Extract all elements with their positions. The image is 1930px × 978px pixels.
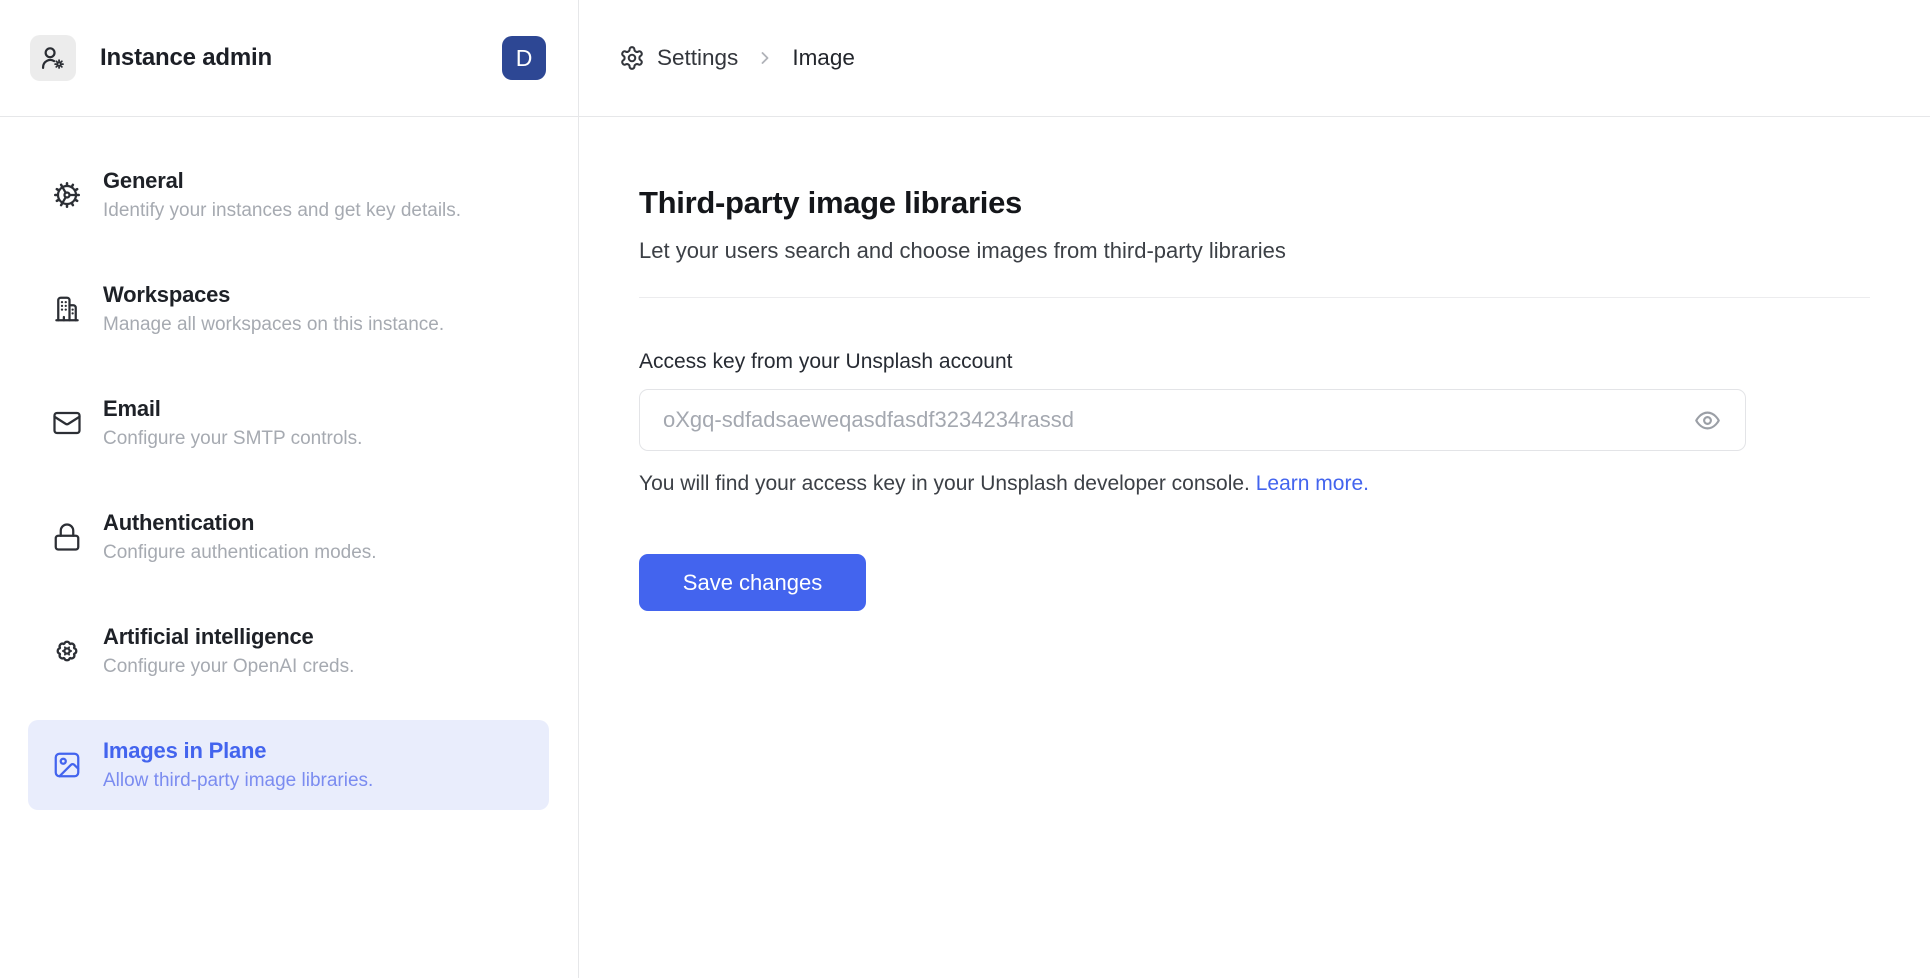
sidebar-item-text: Authentication Configure authentication m… bbox=[103, 510, 377, 564]
app-title: Instance admin bbox=[100, 44, 272, 72]
sidebar-item-label: Workspaces bbox=[103, 282, 444, 308]
help-text-body: You will find your access key in your Un… bbox=[639, 472, 1250, 495]
sidebar-item-text: Artificial intelligence Configure your Op… bbox=[103, 624, 354, 678]
sidebar-item-authentication[interactable]: Authentication Configure authentication m… bbox=[28, 492, 549, 582]
sidebar-item-text: Workspaces Manage all workspaces on this … bbox=[103, 282, 444, 336]
instance-admin-app: Instance admin D General Identify your in… bbox=[0, 0, 1930, 978]
learn-more-link[interactable]: Learn more. bbox=[1256, 472, 1369, 495]
sidebar-item-text: Images in Plane Allow third-party image l… bbox=[103, 738, 373, 792]
user-avatar[interactable]: D bbox=[502, 36, 546, 80]
sidebar-item-email[interactable]: Email Configure your SMTP controls. bbox=[28, 378, 549, 468]
access-key-label: Access key from your Unsplash account bbox=[639, 350, 1870, 374]
breadcrumb: Settings Image bbox=[579, 0, 1930, 117]
user-cog-icon bbox=[30, 35, 76, 81]
chevron-right-icon bbox=[755, 48, 775, 68]
access-key-input[interactable] bbox=[663, 407, 1678, 433]
sidebar-item-label: Artificial intelligence bbox=[103, 624, 354, 650]
sidebar-item-description: Allow third-party image libraries. bbox=[103, 770, 373, 792]
settings-gear-icon bbox=[619, 45, 645, 71]
sidebar-item-description: Identify your instances and get key deta… bbox=[103, 200, 461, 222]
sidebar-item-label: Authentication bbox=[103, 510, 377, 536]
settings-content: Third-party image libraries Let your use… bbox=[579, 117, 1930, 611]
sidebar-header: Instance admin D bbox=[0, 0, 578, 117]
sidebar: Instance admin D General Identify your in… bbox=[0, 0, 579, 978]
sidebar-item-text: General Identify your instances and get k… bbox=[103, 168, 461, 222]
sidebar-item-workspaces[interactable]: Workspaces Manage all workspaces on this … bbox=[28, 264, 549, 354]
breadcrumb-image: Image bbox=[792, 45, 855, 71]
sidebar-item-artificial-intelligence[interactable]: Artificial intelligence Configure your Op… bbox=[28, 606, 549, 696]
sidebar-item-general[interactable]: General Identify your instances and get k… bbox=[28, 150, 549, 240]
image-icon bbox=[52, 750, 82, 780]
sidebar-item-description: Configure authentication modes. bbox=[103, 542, 377, 564]
sidebar-item-label: Images in Plane bbox=[103, 738, 373, 764]
breadcrumb-settings[interactable]: Settings bbox=[657, 45, 738, 71]
section-divider bbox=[639, 297, 1870, 298]
sidebar-item-description: Configure your SMTP controls. bbox=[103, 428, 362, 450]
mail-icon bbox=[52, 408, 82, 438]
eye-icon bbox=[1694, 407, 1721, 434]
page-title: Third-party image libraries bbox=[639, 185, 1870, 221]
main-panel: Settings Image Third-party image librari… bbox=[579, 0, 1930, 978]
building-icon bbox=[52, 294, 82, 324]
save-changes-button[interactable]: Save changes bbox=[639, 554, 866, 611]
toggle-visibility-button[interactable] bbox=[1694, 407, 1721, 434]
sidebar-item-label: Email bbox=[103, 396, 362, 422]
access-key-field-wrapper bbox=[639, 389, 1746, 451]
sidebar-item-description: Manage all workspaces on this instance. bbox=[103, 314, 444, 336]
help-text: You will find your access key in your Un… bbox=[639, 472, 1870, 496]
page-subtitle: Let your users search and choose images … bbox=[639, 238, 1870, 264]
lock-icon bbox=[52, 522, 82, 552]
sidebar-nav: General Identify your instances and get k… bbox=[0, 117, 578, 810]
sidebar-item-label: General bbox=[103, 168, 461, 194]
brain-gear-icon bbox=[52, 636, 82, 666]
sidebar-item-description: Configure your OpenAI creds. bbox=[103, 656, 354, 678]
cog-icon bbox=[52, 180, 82, 210]
sidebar-item-images-in-plane[interactable]: Images in Plane Allow third-party image l… bbox=[28, 720, 549, 810]
sidebar-item-text: Email Configure your SMTP controls. bbox=[103, 396, 362, 450]
